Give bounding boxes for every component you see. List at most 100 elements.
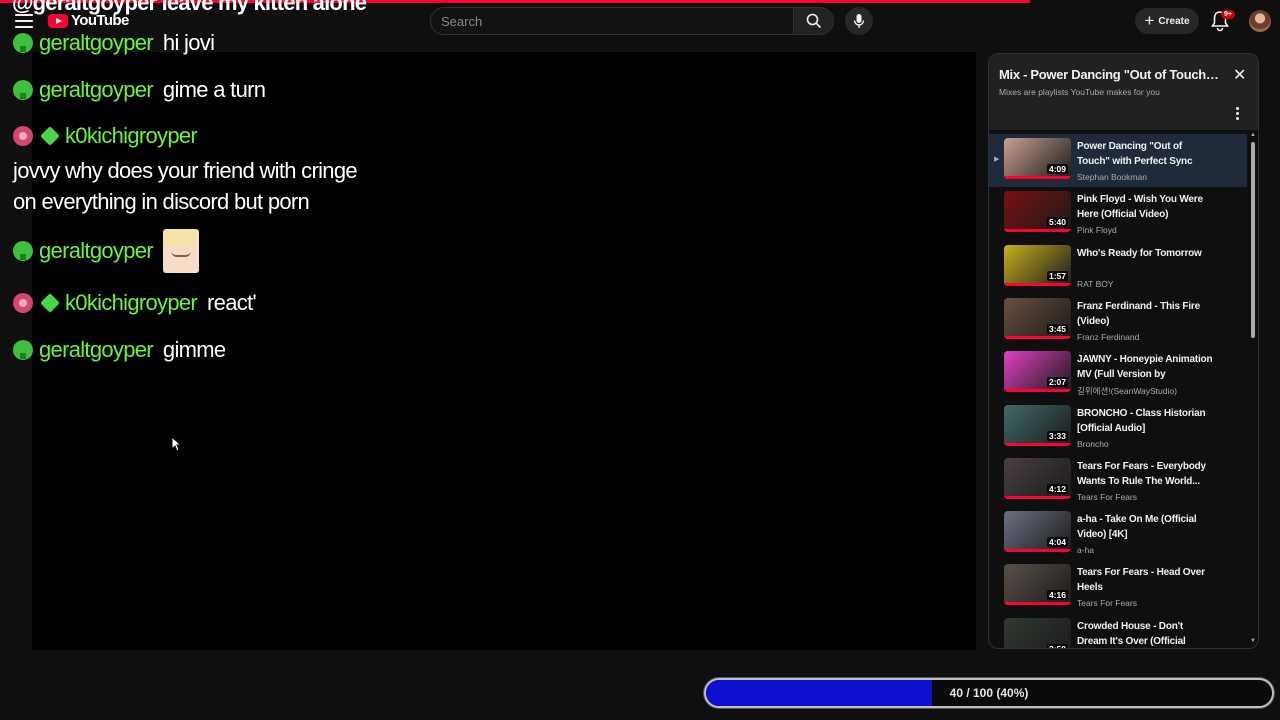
playlist-item[interactable]: 5:40 Pink Floyd - Wish You Were Here (Off…	[989, 187, 1247, 240]
chat-username: geraltgoyper	[39, 77, 154, 102]
channel-name[interactable]: Pink Floyd	[1077, 225, 1117, 235]
playlist-panel: Mix - Power Dancing "Out of Touch" with …	[988, 53, 1259, 649]
video-thumbnail[interactable]: 4:12	[1004, 457, 1071, 499]
playlist-item[interactable]: 3:33 BRONCHO - Class Historian [Official …	[989, 401, 1247, 454]
video-thumbnail[interactable]: 3:33	[1004, 404, 1071, 446]
video-title[interactable]: a-ha - Take On Me (Official Video) [4K]	[1077, 512, 1213, 542]
more-options-icon[interactable]	[1236, 107, 1240, 120]
video-thumbnail[interactable]: 1:57	[1004, 244, 1071, 286]
watched-progress-bar	[1004, 335, 1071, 339]
watched-progress-bar	[1004, 389, 1071, 393]
video-title[interactable]: Tears For Fears - Everybody Wants To Rul…	[1077, 459, 1213, 489]
chat-badge-icon	[13, 33, 33, 53]
gem-badge-icon	[40, 126, 60, 146]
video-title[interactable]: Crowded House - Don't Dream It's Over (O…	[1077, 619, 1213, 648]
playlist-item[interactable]: ▶ 4:09 Power Dancing "Out of Touch" with P…	[989, 134, 1247, 187]
playlist-item[interactable]: 1:57 Who's Ready for Tomorrow RAT BOY	[989, 241, 1247, 294]
channel-name[interactable]: Franz Ferdinand	[1077, 332, 1139, 342]
video-thumbnail[interactable]: 4:04	[1004, 511, 1071, 553]
avatar[interactable]	[1249, 10, 1271, 32]
voice-search-button[interactable]	[845, 7, 873, 35]
search-box[interactable]	[430, 7, 794, 35]
channel-name[interactable]: Broncho	[1077, 439, 1109, 449]
playlist-item[interactable]: 4:12 Tears For Fears - Everybody Wants To…	[989, 454, 1247, 507]
playlist-title[interactable]: Mix - Power Dancing "Out of Touch" with …	[999, 67, 1224, 82]
watched-progress-bar	[1004, 442, 1071, 446]
playlist-item[interactable]: 4:04 a-ha - Take On Me (Official Video) […	[989, 507, 1247, 560]
scroll-down-icon[interactable]: ▼	[1250, 638, 1256, 644]
chat-badge-icon	[13, 80, 33, 100]
chat-text: gimme	[162, 337, 226, 362]
video-thumbnail[interactable]: 3:45	[1004, 297, 1071, 339]
create-label: Create	[1158, 15, 1190, 27]
chat-message: geraltgoyper	[13, 229, 199, 273]
channel-name[interactable]: Tears For Fears	[1077, 598, 1137, 608]
chat-username: k0kichigroyper	[65, 123, 198, 148]
chat-text: gime a turn	[162, 77, 266, 102]
microphone-icon	[853, 14, 865, 28]
chat-username: geraltgoyper	[39, 30, 154, 55]
chat-text: react'	[207, 290, 257, 315]
progress-bar: 40 / 100 (40%)	[704, 678, 1274, 708]
search-input[interactable]	[431, 8, 793, 34]
video-thumbnail[interactable]: 3:59	[1004, 617, 1071, 648]
video-title[interactable]: Power Dancing "Out of Touch" with Perfec…	[1077, 139, 1213, 169]
channel-name[interactable]: RAT BOY	[1077, 279, 1114, 289]
playlist-scrollbar[interactable]: ▲ ▼	[1249, 130, 1257, 648]
scroll-up-icon[interactable]: ▲	[1250, 132, 1256, 138]
create-button[interactable]: + Create	[1135, 8, 1199, 34]
chat-message: k0kichigroyper react'	[13, 290, 257, 316]
chat-badge-icon	[13, 126, 33, 146]
video-title[interactable]: Tears For Fears - Head Over Heels	[1077, 565, 1213, 595]
channel-name[interactable]: Tears For Fears	[1077, 492, 1137, 502]
video-duration: 4:04	[1046, 537, 1068, 548]
video-thumbnail[interactable]: 5:40	[1004, 191, 1071, 233]
chat-text: hi jovi	[162, 30, 215, 55]
chat-badge-icon	[13, 340, 33, 360]
playlist-item[interactable]: 2:07 JAWNY - Honeypie Animation MV (Full …	[989, 347, 1247, 400]
video-duration: 4:12	[1046, 483, 1068, 494]
chat-top-message: @geraltgoyper leave my kitten alone	[12, 0, 367, 15]
video-duration: 3:33	[1046, 430, 1068, 441]
watched-progress-bar	[1004, 495, 1071, 499]
emote-image	[162, 229, 199, 273]
video-title[interactable]: JAWNY - Honeypie Animation MV (Full Vers…	[1077, 352, 1213, 382]
chat-badge-icon	[13, 293, 33, 313]
video-duration: 1:57	[1046, 270, 1068, 281]
playlist-item[interactable]: 3:59 Crowded House - Don't Dream It's Ove…	[989, 614, 1247, 648]
video-title[interactable]: Franz Ferdinand - This Fire (Video)	[1077, 299, 1213, 329]
video-title[interactable]: Pink Floyd - Wish You Were Here (Officia…	[1077, 192, 1213, 222]
video-duration: 5:40	[1046, 217, 1068, 228]
watched-progress-bar	[1004, 282, 1071, 286]
video-thumbnail[interactable]: 4:16	[1004, 564, 1071, 606]
watched-progress-bar	[1004, 602, 1071, 606]
channel-name[interactable]: a-ha	[1077, 545, 1094, 555]
chat-message: geraltgoyper gime a turn	[13, 77, 266, 103]
video-duration: 4:09	[1046, 164, 1068, 174]
playlist-item[interactable]: 4:16 Tears For Fears - Head Over Heels Tea…	[989, 560, 1247, 613]
gem-badge-icon	[40, 293, 60, 313]
video-thumbnail[interactable]: 4:09	[1004, 138, 1071, 179]
video-title[interactable]: BRONCHO - Class Historian [Official Audi…	[1077, 406, 1213, 436]
video-duration: 3:59	[1046, 643, 1068, 648]
chat-message: geraltgoyper hi jovi	[13, 30, 215, 56]
plus-icon: +	[1144, 10, 1155, 30]
chat-badge-icon	[13, 241, 33, 261]
playlist-item[interactable]: 3:45 Franz Ferdinand - This Fire (Video) F…	[989, 294, 1247, 347]
chat-username: k0kichigroyper	[65, 290, 198, 315]
channel-name[interactable]: Stephan Bookman	[1077, 172, 1147, 182]
video-duration: 3:45	[1046, 323, 1068, 334]
search-button[interactable]	[794, 7, 834, 35]
playlist-items: ▶ 4:09 Power Dancing "Out of Touch" with P…	[989, 130, 1247, 648]
playlist-header: Mix - Power Dancing "Out of Touch" with …	[989, 54, 1258, 130]
video-duration: 2:07	[1046, 377, 1068, 388]
chat-message: k0kichigroyper	[13, 123, 198, 149]
scrollbar-thumb[interactable]	[1251, 142, 1255, 338]
close-icon[interactable]: ✕	[1233, 68, 1246, 84]
now-playing-icon: ▶	[994, 156, 1000, 163]
video-thumbnail[interactable]: 2:07	[1004, 351, 1071, 393]
channel-name[interactable]: 길위에션!(SeanWayStudio)	[1077, 385, 1177, 397]
video-title[interactable]: Who's Ready for Tomorrow	[1077, 246, 1213, 261]
video-duration: 4:16	[1046, 590, 1068, 601]
watched-progress-bar	[1004, 229, 1071, 233]
